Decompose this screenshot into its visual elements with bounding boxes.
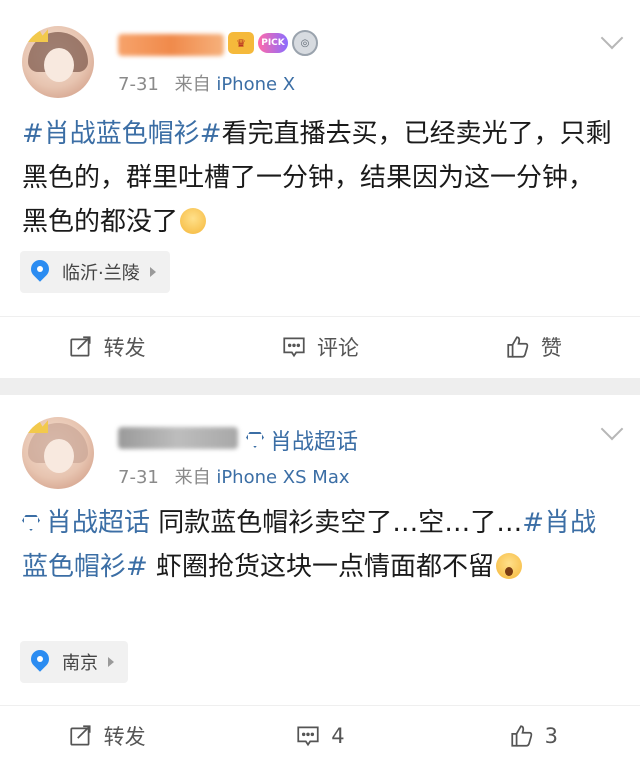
medal-badge: ◎ <box>292 30 318 56</box>
shocked-emoji-icon <box>496 553 523 579</box>
weibo-post-1: ♛ PICK ◎ 7-31 来自 iPhone X #肖战蓝色帽衫#看完直播去买… <box>0 0 640 378</box>
pick-badge: PICK <box>258 33 288 53</box>
post-meta: 7-31 来自 iPhone XS Max <box>118 463 350 489</box>
super-topic-link[interactable]: 肖战超话 <box>246 424 358 456</box>
from-label: 来自 <box>174 74 211 95</box>
avatar[interactable] <box>22 26 94 98</box>
location-pin-icon <box>28 650 52 674</box>
post-divider <box>0 378 640 395</box>
topic-link[interactable]: #肖战蓝色帽衫# <box>22 119 222 149</box>
username-blurred[interactable] <box>118 427 238 449</box>
repost-button[interactable]: 转发 <box>0 706 213 766</box>
location-label: 南京 <box>62 653 98 674</box>
super-topic-label: 肖战超话 <box>270 430 359 455</box>
post-content: 肖战超话 同款蓝色帽衫卖空了…空…了…#肖战蓝色帽衫# 虾圈抢货这块一点情面都不… <box>22 501 618 589</box>
thumbs-up-icon <box>507 336 529 358</box>
caret-right-icon <box>149 267 156 277</box>
post-source[interactable]: iPhone XS Max <box>216 467 349 488</box>
diamond-icon <box>246 432 264 448</box>
like-count: 3 <box>544 724 558 748</box>
post-source[interactable]: iPhone X <box>216 74 295 95</box>
post-text: 同款蓝色帽衫卖空了…空…了… <box>150 508 523 538</box>
comment-icon <box>283 337 305 358</box>
like-button[interactable]: 3 <box>427 706 640 766</box>
comment-icon <box>297 726 319 747</box>
location-tag[interactable]: 南京 <box>20 641 128 683</box>
location-tag[interactable]: 临沂·兰陵 <box>20 251 170 293</box>
vip-crown-badge: ♛ <box>228 32 254 54</box>
weibo-post-2: 肖战超话 7-31 来自 iPhone XS Max 肖战超话 同款蓝色帽衫卖空… <box>0 395 640 765</box>
action-bar: 转发 4 3 <box>0 705 640 766</box>
thumbs-up-icon <box>511 725 532 747</box>
caret-right-icon <box>108 657 114 667</box>
location-label: 临沂·兰陵 <box>62 263 140 284</box>
post-meta: 7-31 来自 iPhone X <box>118 70 295 96</box>
like-button[interactable]: 赞 <box>427 317 640 377</box>
post-date: 7-31 <box>118 467 159 488</box>
post-text: 虾圈抢货这块一点情面都不留 <box>147 552 495 582</box>
action-bar: 转发 评论 赞 <box>0 316 640 377</box>
thinking-emoji-icon <box>180 208 207 234</box>
from-label: 来自 <box>174 467 211 488</box>
post-content: #肖战蓝色帽衫#看完直播去买，已经卖光了，只剩黑色的，群里吐槽了一分钟，结果因为… <box>22 112 618 244</box>
repost-button[interactable]: 转发 <box>0 317 213 377</box>
chevron-down-icon[interactable] <box>600 417 624 441</box>
repost-icon <box>70 336 91 357</box>
comment-button[interactable]: 4 <box>213 706 426 766</box>
super-topic-inline[interactable]: 肖战超话 <box>22 508 150 538</box>
comment-button[interactable]: 评论 <box>213 317 426 377</box>
chevron-down-icon[interactable] <box>600 26 624 50</box>
username-blurred[interactable] <box>118 34 224 56</box>
avatar[interactable] <box>22 417 94 489</box>
repost-icon <box>70 725 91 746</box>
post-date: 7-31 <box>118 74 159 95</box>
location-pin-icon <box>28 260 52 284</box>
diamond-icon <box>22 515 40 531</box>
comment-count: 4 <box>331 724 345 748</box>
